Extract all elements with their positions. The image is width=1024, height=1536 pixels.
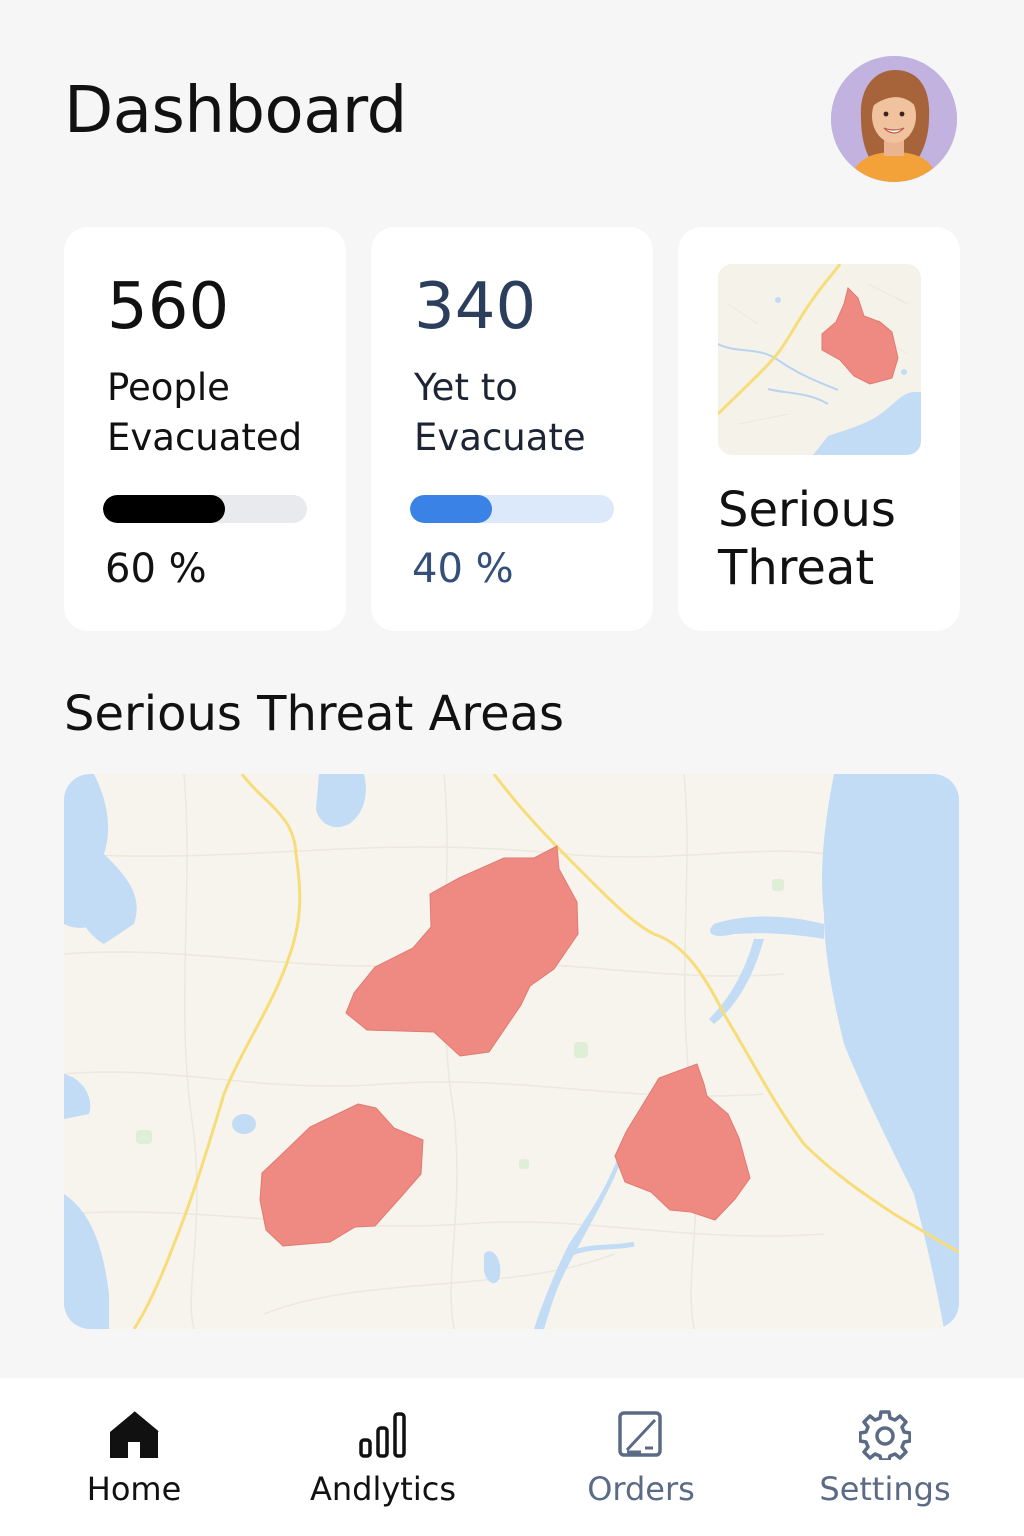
remaining-label-line1: Yet to bbox=[414, 366, 518, 409]
evacuated-label-line1: People bbox=[107, 366, 230, 409]
orders-icon bbox=[618, 1411, 662, 1457]
remaining-progress-bar bbox=[410, 495, 614, 523]
remaining-progress-fill bbox=[410, 495, 492, 523]
bar-chart-icon bbox=[359, 1412, 406, 1458]
user-avatar-icon[interactable] bbox=[831, 56, 957, 182]
remaining-percent: 40 % bbox=[412, 546, 514, 592]
evacuated-percent: 60 % bbox=[105, 546, 207, 592]
evacuated-progress-fill bbox=[103, 495, 226, 523]
remaining-count: 340 bbox=[414, 270, 537, 344]
remaining-label-line2: Evacuate bbox=[414, 416, 586, 459]
nav-item-settings[interactable]: Settings bbox=[785, 1378, 985, 1536]
nav-label-analytics: Andlytics bbox=[309, 1470, 456, 1508]
gear-icon bbox=[859, 1410, 911, 1460]
threat-label: Serious Threat bbox=[718, 481, 896, 597]
nav-label-home: Home bbox=[86, 1470, 182, 1508]
yet-to-evacuate-card[interactable]: 340 Yet to Evacuate 40 % bbox=[371, 227, 653, 631]
nav-label-orders: Orders bbox=[587, 1470, 695, 1508]
serious-threat-card[interactable]: Serious Threat bbox=[678, 227, 960, 631]
threat-areas-map[interactable] bbox=[64, 774, 959, 1329]
threat-label-line2: Threat bbox=[718, 540, 875, 596]
dashboard-screen: Dashboard 560 People Evacuated 60 % 340 … bbox=[0, 0, 1024, 1536]
nav-label-settings: Settings bbox=[819, 1470, 951, 1508]
evacuated-count: 560 bbox=[107, 270, 230, 344]
page-title: Dashboard bbox=[64, 74, 407, 148]
nav-item-home[interactable]: Home bbox=[34, 1378, 234, 1536]
threat-map-thumbnail[interactable] bbox=[718, 264, 921, 455]
evacuated-label: People Evacuated bbox=[107, 363, 302, 463]
remaining-label: Yet to Evacuate bbox=[414, 363, 586, 463]
evacuated-progress-bar bbox=[103, 495, 307, 523]
evacuated-label-line2: Evacuated bbox=[107, 416, 303, 459]
people-evacuated-card[interactable]: 560 People Evacuated 60 % bbox=[64, 227, 346, 631]
home-icon bbox=[110, 1411, 159, 1458]
nav-item-orders[interactable]: Orders bbox=[541, 1378, 741, 1536]
nav-item-analytics[interactable]: Andlytics bbox=[283, 1378, 483, 1536]
bottom-nav: Home Andlytics Orders Settings bbox=[0, 1378, 1024, 1536]
threat-label-line1: Serious bbox=[718, 482, 896, 538]
section-title: Serious Threat Areas bbox=[64, 686, 565, 742]
